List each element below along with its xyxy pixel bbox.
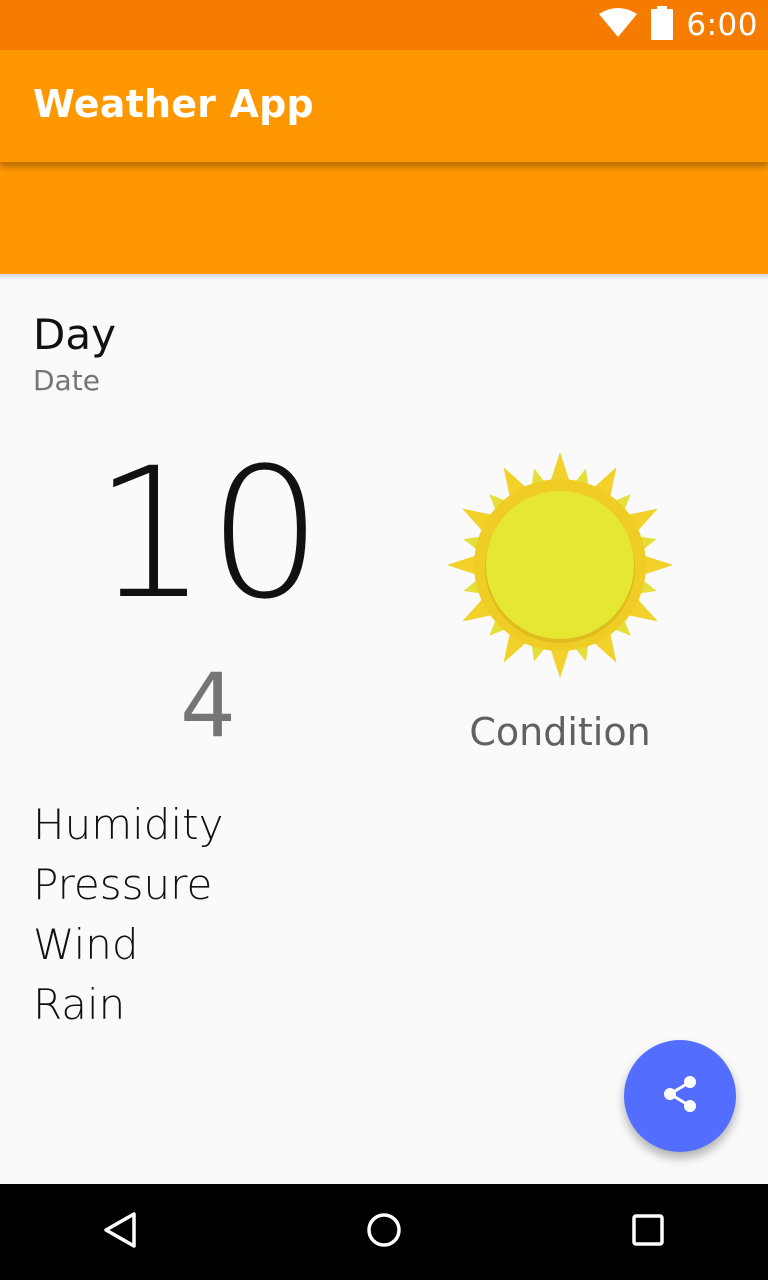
share-icon: [660, 1074, 700, 1119]
share-button[interactable]: [624, 1040, 736, 1152]
high-temperature: 10: [93, 430, 323, 639]
date-label: Date: [33, 364, 100, 397]
status-bar: 6:00: [0, 0, 768, 50]
low-temperature: 4: [180, 654, 236, 757]
day-label: Day: [33, 310, 116, 359]
status-time: 6:00: [686, 7, 758, 43]
sun-icon: [447, 452, 673, 678]
rain-label: Rain: [33, 980, 126, 1029]
wifi-icon: [598, 7, 638, 43]
back-button[interactable]: [72, 1184, 168, 1280]
back-icon: [100, 1210, 140, 1255]
home-button[interactable]: [336, 1184, 432, 1280]
app-title: Weather App: [33, 82, 314, 126]
header-extension: [0, 162, 768, 274]
recents-button[interactable]: [600, 1184, 696, 1280]
humidity-label: Humidity: [33, 800, 224, 849]
header-shadow: [0, 274, 768, 280]
navigation-bar: [0, 1184, 768, 1280]
app-bar: Weather App: [0, 50, 768, 162]
condition-label: Condition: [469, 710, 651, 754]
status-icons: 6:00: [598, 0, 758, 50]
battery-icon: [650, 5, 674, 45]
pressure-label: Pressure: [33, 860, 213, 909]
home-icon: [364, 1210, 404, 1255]
wind-label: Wind: [33, 920, 139, 969]
recents-icon: [628, 1210, 668, 1255]
